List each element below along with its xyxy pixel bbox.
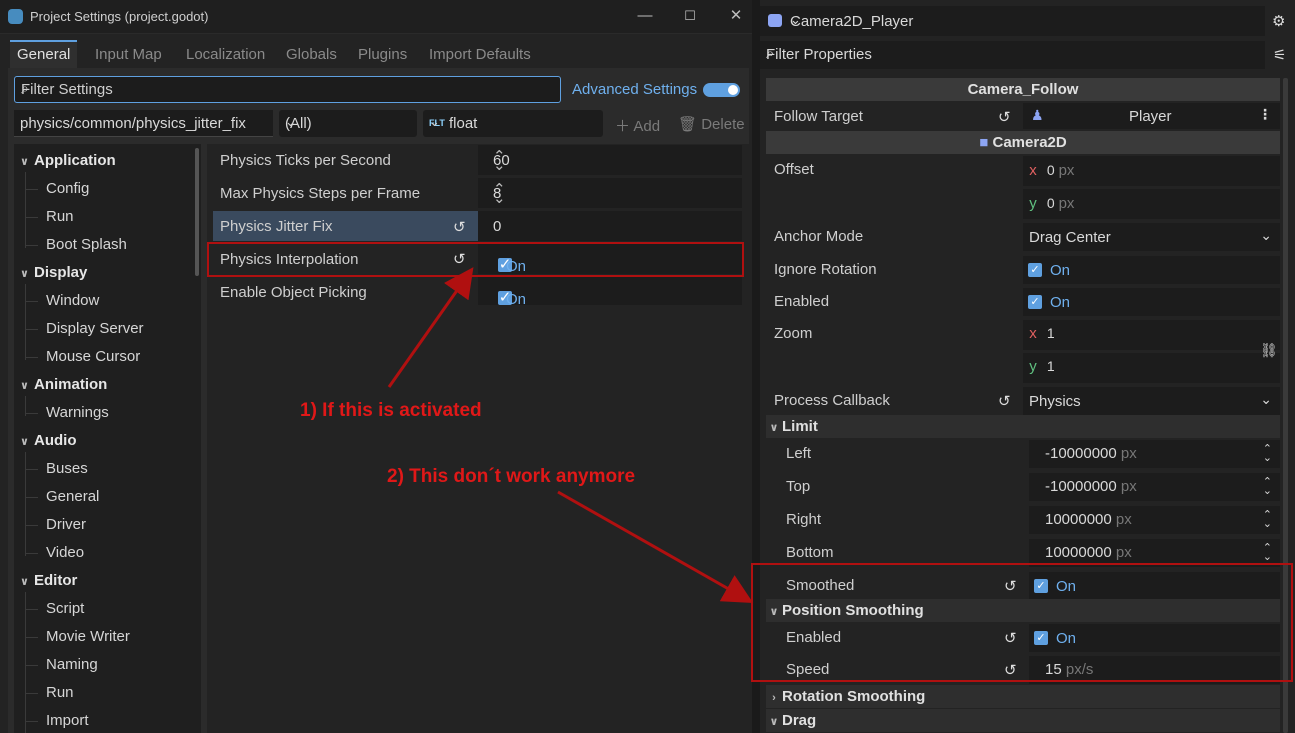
arrow-2: [557, 490, 754, 603]
annotation-text-2: 2) This don´t work anymore: [387, 466, 636, 487]
annotation-text-1: 1) If this is activated: [300, 400, 482, 421]
arrow-1: [387, 267, 474, 388]
annotation-arrows: [387, 267, 754, 603]
